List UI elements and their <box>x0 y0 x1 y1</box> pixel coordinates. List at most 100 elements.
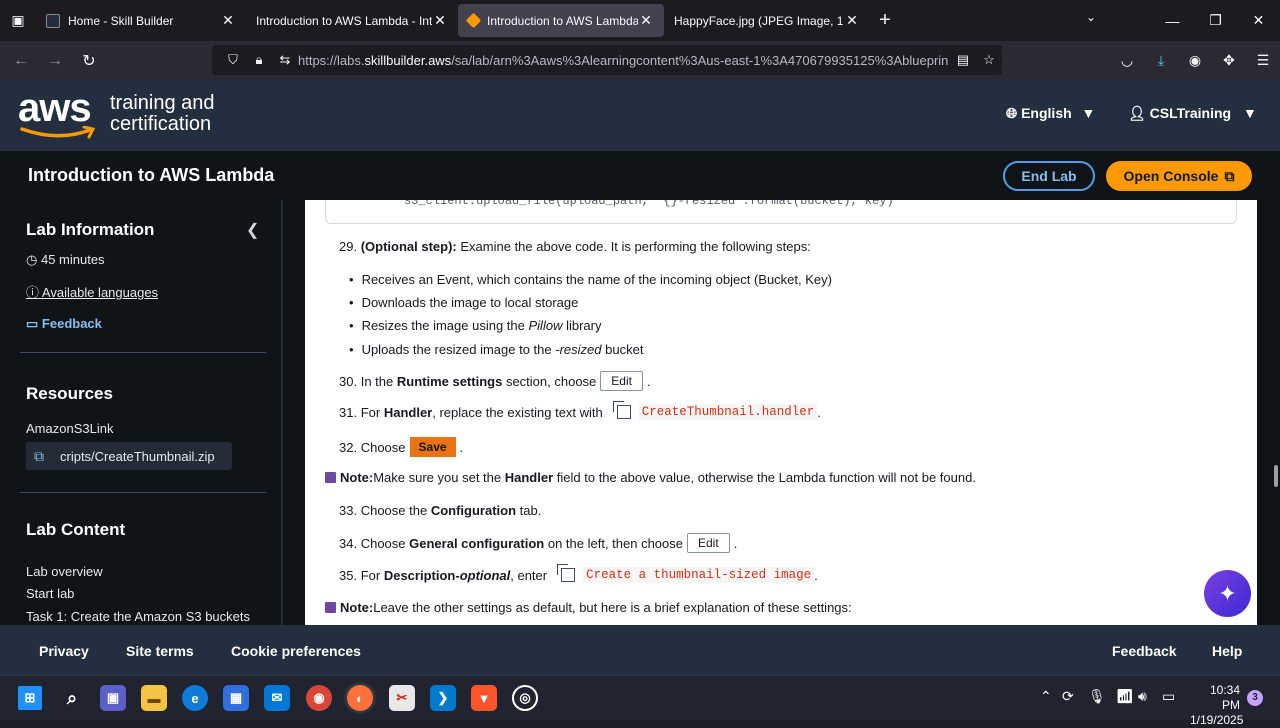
note-icon <box>325 472 336 483</box>
system-clock[interactable]: 10:34 PM 1/19/2025 <box>1190 683 1243 728</box>
download-icon[interactable]: ⤓ <box>1144 52 1178 69</box>
step-33: 33. Choose the Configuration tab. <box>339 503 541 518</box>
restore-icon[interactable]: ❐ <box>1194 12 1237 29</box>
handler-code[interactable]: CreateThumbnail.handler <box>638 404 818 420</box>
help-link[interactable]: Help <box>1212 643 1242 659</box>
windows-start-icon[interactable]: ⊞ <box>18 686 42 710</box>
firefox-icon[interactable]: ◐ <box>347 685 373 711</box>
browser-nav-bar: ← → ↻ ⛉ 🔒︎ ⇆ https://labs.skillbuilder.a… <box>0 41 1280 80</box>
bullet-text: bucket <box>605 342 644 357</box>
new-tab-icon[interactable]: + <box>870 9 900 32</box>
notification-badge[interactable]: 3 <box>1247 690 1263 706</box>
window-controls: — ❐ ✕ <box>1151 0 1280 41</box>
note-settings: Note: Leave the other settings as defaul… <box>325 600 852 615</box>
forward-icon[interactable]: → <box>38 52 72 70</box>
external-link-icon: ⧉ <box>1224 167 1235 184</box>
github-desktop-icon[interactable]: ◎ <box>512 685 538 711</box>
brave-icon[interactable]: ▼ <box>471 685 497 711</box>
step-32: 32. Choose Save. <box>339 437 463 457</box>
tray-overflow-chevron-icon[interactable]: ⌃ <box>1040 688 1052 705</box>
permissions-icon[interactable]: ⇆ <box>272 52 298 68</box>
step-text: on the left, then choose <box>547 535 683 551</box>
microphone-icon[interactable]: 🎙︎ <box>1088 688 1106 705</box>
lock-icon[interactable]: 🔒︎ <box>246 52 272 68</box>
tab-list-icon[interactable]: ▣ <box>0 0 36 41</box>
account-icon[interactable]: ◉ <box>1178 52 1212 69</box>
step-text: Choose <box>360 535 406 551</box>
search-icon[interactable]: ⌕ <box>59 685 85 711</box>
snipping-tool-icon[interactable]: ✂ <box>389 685 415 711</box>
vscode-icon[interactable]: ❯ <box>430 685 456 711</box>
open-console-button[interactable]: Open Console ⧉ <box>1106 161 1252 191</box>
chrome-icon[interactable]: ◉ <box>306 685 332 711</box>
clock-icon: ◷ <box>26 252 38 267</box>
close-tab-icon[interactable]: ✕ <box>220 12 236 29</box>
browser-tab-home[interactable]: Home - Skill Builder ✕ <box>36 4 246 37</box>
teams-icon[interactable]: ▣ <box>100 685 126 711</box>
step-30: 30. In the Runtime settings section, cho… <box>339 371 651 391</box>
wifi-icon[interactable]: 📶︎ <box>1116 688 1134 705</box>
aws-smile-icon <box>20 126 96 139</box>
step-text: Examine the above code. It is performing… <box>460 239 811 254</box>
nav-task-1[interactable]: Task 1: Create the Amazon S3 buckets <box>26 609 250 624</box>
scrollbar-thumb[interactable] <box>1274 465 1278 487</box>
menu-icon[interactable]: ☰ <box>1246 52 1280 69</box>
battery-icon[interactable]: ▭ <box>1162 688 1175 705</box>
nav-lab-overview[interactable]: Lab overview <box>26 564 103 579</box>
close-tab-icon[interactable]: ✕ <box>638 12 654 29</box>
sync-icon[interactable]: ⟳ <box>1062 688 1074 705</box>
available-languages-link[interactable]: ⓘ Available languages <box>26 282 158 301</box>
reader-view-icon[interactable]: ▤ <box>950 52 976 68</box>
description-code[interactable]: Create a thumbnail-sized image <box>583 567 815 583</box>
volume-icon[interactable]: 🔊︎ <box>1138 688 1147 705</box>
copy-icon[interactable] <box>612 401 631 419</box>
collapse-sidebar-icon[interactable]: ❮ <box>246 220 259 240</box>
reload-icon[interactable]: ↻ <box>72 51 106 71</box>
amazon-s3-link[interactable]: AmazonS3Link <box>26 421 113 436</box>
user-menu[interactable]: 👤︎ CSLTraining ▼ <box>1128 105 1257 122</box>
close-window-icon[interactable]: ✕ <box>1237 12 1280 29</box>
bookmark-star-icon[interactable]: ☆ <box>976 52 1002 68</box>
language-selector[interactable]: 🌐︎ English ▼ <box>1006 105 1095 122</box>
footer-feedback-link[interactable]: Feedback <box>1112 643 1177 659</box>
ai-assistant-sparkle-icon[interactable]: ✦ <box>1204 570 1251 617</box>
edit-button-image: Edit <box>687 533 730 553</box>
back-icon[interactable]: ← <box>4 52 38 70</box>
privacy-link[interactable]: Privacy <box>39 643 89 659</box>
bullet-emphasis: Pillow <box>528 318 563 333</box>
nav-start-lab[interactable]: Start lab <box>26 586 74 601</box>
divider <box>20 352 266 353</box>
clock-time: 10:34 PM <box>1209 683 1240 712</box>
browser-tab-bar: ▣ Home - Skill Builder ✕ Introduction to… <box>0 0 1280 41</box>
zip-file-copy-box[interactable]: ⧉ cripts/CreateThumbnail.zip <box>26 442 232 470</box>
browser-tab-active[interactable]: Introduction to AWS Lambda | S ✕ <box>458 4 664 37</box>
mail-icon[interactable]: ✉ <box>264 685 290 711</box>
bullet-text: Resizes the image using the <box>361 318 525 333</box>
url-bar[interactable]: ⛉ 🔒︎ ⇆ https://labs.skillbuilder.aws/sa/… <box>212 45 1002 75</box>
feedback-link[interactable]: ▭ Feedback <box>26 316 102 332</box>
step-29: 29. (Optional step): Examine the above c… <box>339 239 811 254</box>
store-icon[interactable]: ▦ <box>223 685 249 711</box>
close-tab-icon[interactable]: ✕ <box>844 12 860 29</box>
edge-icon[interactable]: e <box>182 685 208 711</box>
browser-tab-image[interactable]: HappyFace.jpg (JPEG Image, 1280 × ✕ <box>664 4 870 37</box>
info-icon: ⓘ <box>26 285 40 300</box>
bullet-item: Receives an Event, which contains the na… <box>349 272 832 287</box>
site-terms-link[interactable]: Site terms <box>126 643 194 659</box>
url-text[interactable]: https://labs.skillbuilder.aws/sa/lab/arn… <box>298 53 950 68</box>
copy-icon[interactable]: ⧉ <box>26 448 52 465</box>
copy-icon[interactable] <box>557 564 576 582</box>
aws-training-logo[interactable]: aws training and certification <box>18 86 228 144</box>
minimize-icon[interactable]: — <box>1151 13 1194 29</box>
shield-icon[interactable]: ⛉ <box>220 52 246 68</box>
cookie-preferences-link[interactable]: Cookie preferences <box>231 643 361 659</box>
browser-tab-intro[interactable]: Introduction to AWS Lambda - Intro ✕ <box>246 4 458 37</box>
file-explorer-icon[interactable]: ▬ <box>141 685 167 711</box>
close-tab-icon[interactable]: ✕ <box>432 12 448 29</box>
pocket-icon[interactable]: ◡ <box>1110 52 1144 69</box>
resources-heading: Resources <box>26 384 113 403</box>
end-lab-button[interactable]: End Lab <box>1003 161 1095 191</box>
tab-overflow-chevron-icon[interactable]: ⌄ <box>1086 10 1096 24</box>
extensions-icon[interactable]: ✥ <box>1212 52 1246 69</box>
code-line: s3_client.upload_file(upload_path, '{}-r… <box>404 200 894 208</box>
